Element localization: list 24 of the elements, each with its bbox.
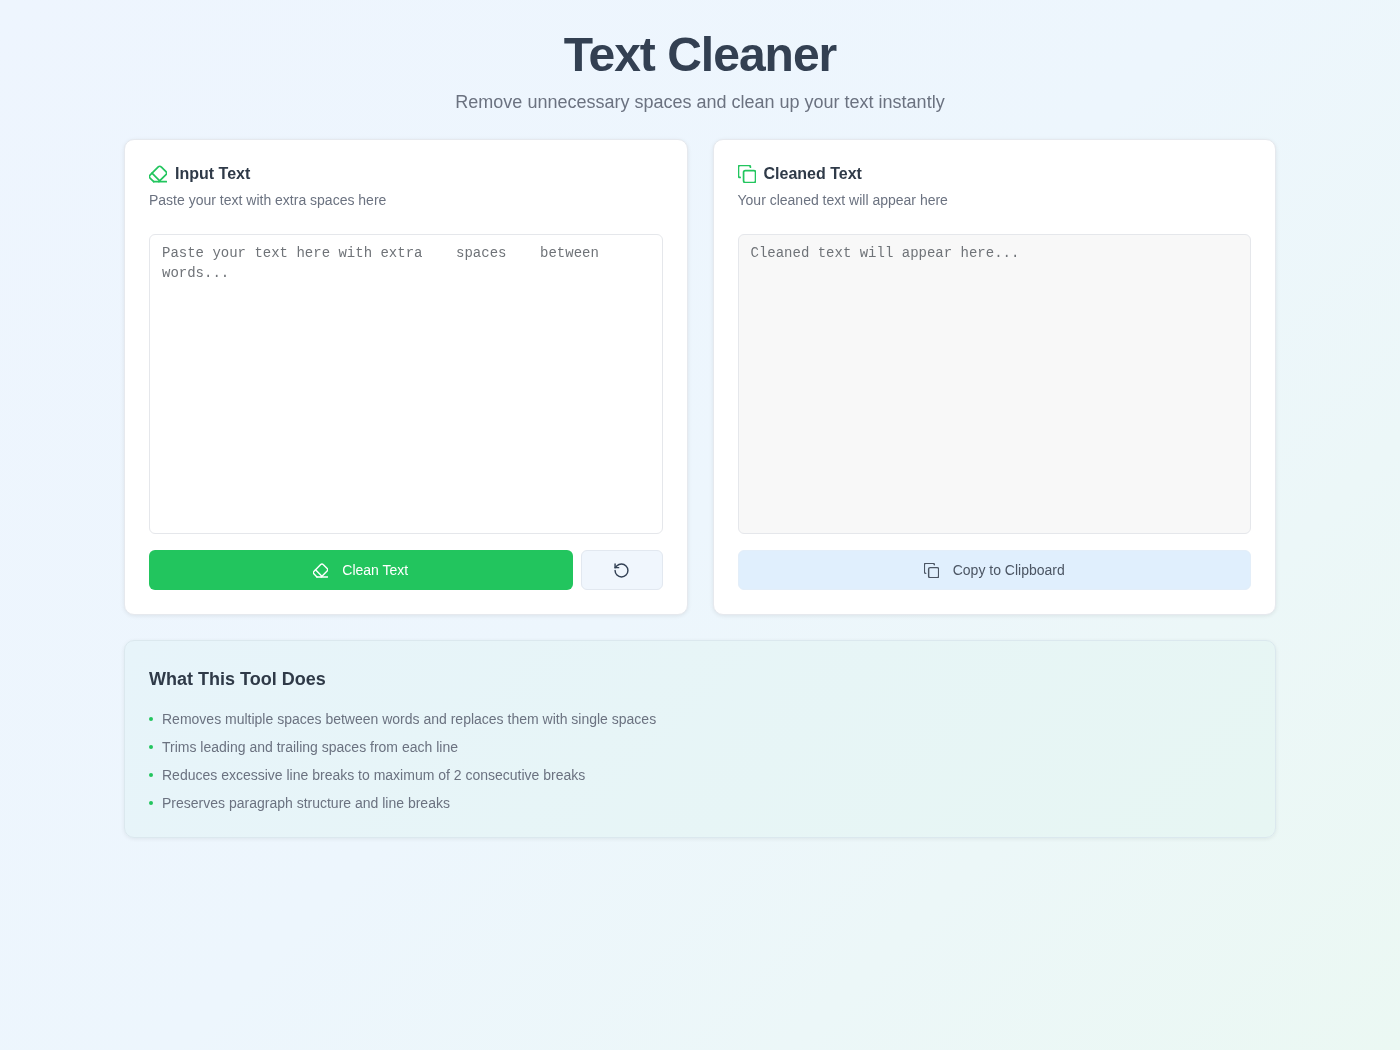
bullet-dot-icon bbox=[149, 801, 153, 805]
bullet-dot-icon bbox=[149, 745, 153, 749]
reset-icon bbox=[614, 562, 629, 578]
eraser-icon bbox=[149, 165, 167, 183]
copy-button[interactable]: Copy to Clipboard bbox=[737, 550, 1251, 590]
feature-text: Trims leading and trailing spaces from each line bbox=[162, 738, 458, 757]
feature-text: Reduces excessive line breaks to maximum of 2 consecutive breaks bbox=[162, 766, 586, 785]
reset-button[interactable] bbox=[580, 550, 663, 590]
copy-icon bbox=[923, 562, 939, 578]
input-field[interactable]: Paste your text here with extra spaces between words... bbox=[149, 234, 663, 534]
info-title: What This Tool Does bbox=[149, 668, 327, 691]
card-description: Your cleaned text will appear here bbox=[737, 191, 949, 210]
feature-text: Removes multiple spaces between words and replaces them with single spaces bbox=[162, 710, 657, 729]
page-subtitle: Remove unnecessary spaces and clean up your text instantly bbox=[455, 91, 945, 114]
bullet-dot-icon bbox=[149, 717, 153, 721]
copy-icon bbox=[737, 165, 756, 183]
bullet-dot-icon bbox=[149, 773, 153, 777]
output-field[interactable]: Cleaned text will appear here... bbox=[737, 234, 1251, 534]
page-title: Text Cleaner bbox=[563, 27, 837, 83]
card-description: Paste your text with extra spaces here bbox=[149, 191, 388, 210]
eraser-icon bbox=[313, 562, 329, 578]
feature-text: Preserves paragraph structure and line breaks bbox=[162, 794, 450, 813]
card-title: Cleaned Text bbox=[763, 164, 862, 184]
card-title: Input Text bbox=[175, 164, 251, 184]
